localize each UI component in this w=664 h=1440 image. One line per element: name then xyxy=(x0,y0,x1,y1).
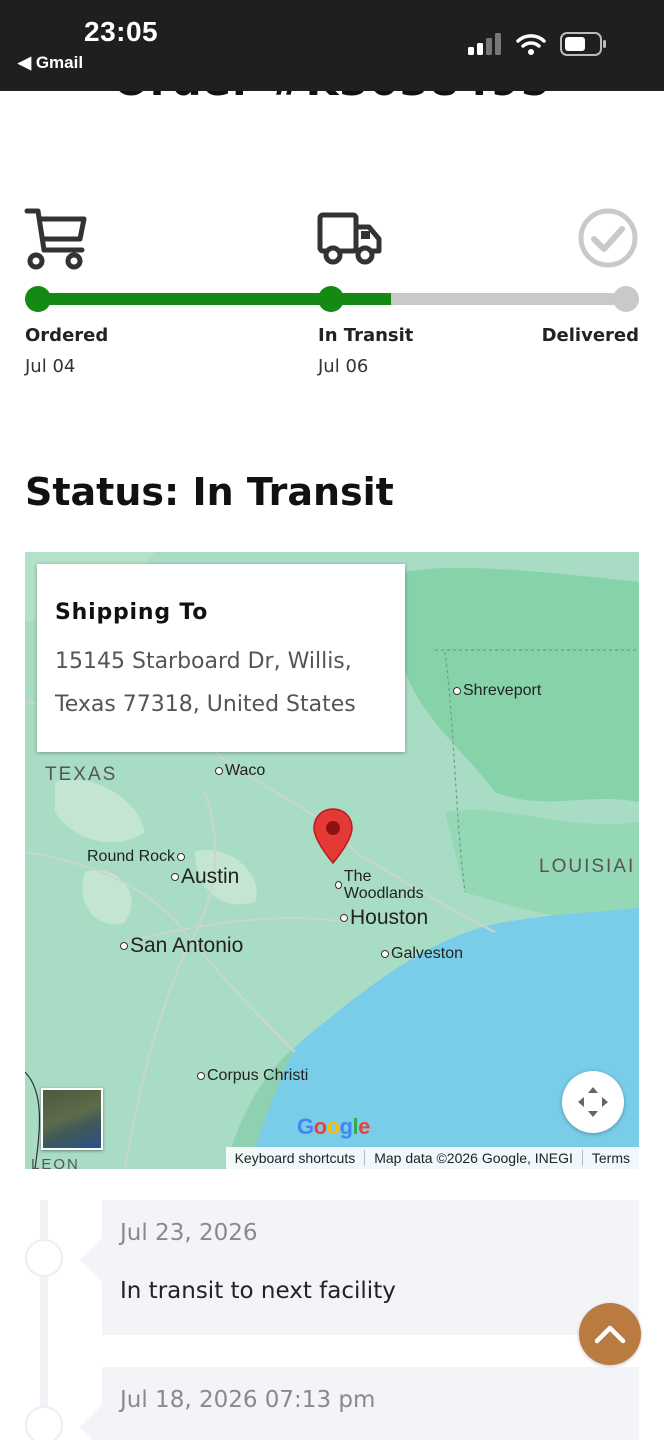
map-marker-icon[interactable] xyxy=(312,807,354,865)
google-logo: Google xyxy=(297,1114,370,1139)
timeline-node xyxy=(25,1406,63,1440)
city-dot-icon xyxy=(381,950,389,958)
city-shreveport: Shreveport xyxy=(453,682,541,700)
step-label-ordered: Ordered xyxy=(25,325,109,346)
region-label-leon: LEON xyxy=(31,1156,80,1169)
city-dot-icon xyxy=(197,1072,205,1080)
city-dot-icon xyxy=(215,767,223,775)
truck-icon xyxy=(317,212,382,265)
back-arrow-icon: ◀ xyxy=(18,53,32,72)
fullscreen-button[interactable] xyxy=(562,1071,624,1133)
timeline-entry: Jul 18, 2026 07:13 pm xyxy=(80,1367,639,1440)
map-type-toggle[interactable] xyxy=(41,1088,103,1150)
city-dot-icon xyxy=(171,873,179,881)
timeline-pointer xyxy=(80,1405,102,1440)
city-dot-icon xyxy=(177,853,186,861)
city-round-rock: Round Rock xyxy=(87,848,187,866)
chevron-up-icon xyxy=(594,1325,626,1344)
step-label-delivered: Delivered xyxy=(541,325,639,346)
region-label-louisiana: LOUISIAI xyxy=(539,856,636,877)
city-dot-icon xyxy=(453,687,461,695)
region-label-texas: TEXAS xyxy=(45,764,118,785)
step-date-ordered: Jul 04 xyxy=(25,356,76,377)
city-dot-icon xyxy=(120,942,128,950)
status-heading: Status: In Transit xyxy=(25,470,394,514)
battery-icon xyxy=(560,32,606,56)
step-date-in-transit: Jul 06 xyxy=(318,356,369,377)
shipping-address: 15145 Starboard Dr, Willis, Texas 77318,… xyxy=(55,649,356,717)
shipping-map[interactable]: Shipping To 15145 Starboard Dr, Willis, … xyxy=(25,552,639,1169)
timeline-pointer xyxy=(80,1238,102,1282)
timeline-entry: Jul 23, 2026 In transit to next facility xyxy=(80,1200,639,1335)
step-label-in-transit: In Transit xyxy=(318,325,414,346)
timeline-line xyxy=(40,1200,48,1440)
signal-icon xyxy=(468,33,501,55)
back-app-label: Gmail xyxy=(35,53,84,72)
timeline-date: Jul 23, 2026 xyxy=(120,1220,258,1246)
status-bar: 23:05 ◀ Gmail xyxy=(0,0,664,91)
keyboard-shortcuts-link[interactable]: Keyboard shortcuts xyxy=(226,1150,365,1166)
step-dot-ordered xyxy=(25,286,51,312)
city-dot-icon xyxy=(340,914,348,922)
back-to-app-link[interactable]: ◀ Gmail xyxy=(18,53,83,73)
map-attribution: Keyboard shortcuts Map data ©2026 Google… xyxy=(225,1147,639,1169)
city-waco: Waco xyxy=(215,762,265,780)
scroll-to-top-button[interactable] xyxy=(579,1303,641,1365)
shipping-info-card: Shipping To 15145 Starboard Dr, Willis, … xyxy=(37,564,405,752)
step-dot-delivered xyxy=(613,286,639,312)
shipping-card-title: Shipping To xyxy=(55,600,209,625)
expand-icon xyxy=(578,1087,608,1117)
city-the-woodlands: The Woodlands xyxy=(335,868,435,902)
step-dot-in-transit xyxy=(318,286,344,312)
map-data-credit: Map data ©2026 Google, INEGI xyxy=(364,1150,582,1166)
city-san-antonio: San Antonio xyxy=(120,934,243,958)
city-corpus-christi: Corpus Christi xyxy=(197,1067,308,1085)
city-houston: Houston xyxy=(340,906,428,930)
cart-icon xyxy=(24,208,87,270)
check-circle-icon xyxy=(578,208,638,268)
clock: 23:05 xyxy=(84,16,159,47)
city-dot-icon xyxy=(335,881,342,889)
city-galveston: Galveston xyxy=(381,945,463,963)
timeline-node xyxy=(25,1239,63,1277)
timeline-description: In transit to next facility xyxy=(120,1278,396,1304)
timeline-date: Jul 18, 2026 07:13 pm xyxy=(120,1387,376,1413)
status-icons xyxy=(468,32,608,56)
wifi-icon xyxy=(516,34,546,55)
terms-link[interactable]: Terms xyxy=(581,1150,639,1166)
city-austin: Austin xyxy=(171,865,239,889)
